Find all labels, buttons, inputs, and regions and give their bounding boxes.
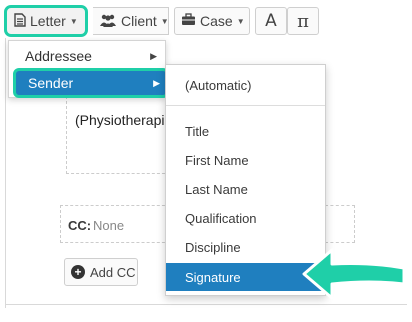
- add-cc-button[interactable]: + Add CC: [64, 258, 138, 286]
- address-block[interactable]: (Physiotherapis: [66, 96, 172, 174]
- cc-label: CC:: [68, 218, 92, 233]
- submenu-item-qualification[interactable]: Qualification: [166, 204, 325, 232]
- submenu-item-title[interactable]: Title: [166, 117, 325, 145]
- menu-item-addressee[interactable]: Addressee ▶: [9, 42, 165, 70]
- submenu-item-first-name[interactable]: First Name: [166, 146, 325, 174]
- submenu-item-automatic[interactable]: (Automatic): [166, 71, 325, 99]
- chevron-down-icon: ▼: [69, 16, 78, 26]
- cc-field[interactable]: CC: None: [60, 205, 170, 243]
- case-button-label: Case: [200, 13, 233, 29]
- letter-button-label: Letter: [30, 13, 66, 29]
- submenu-item-label: Qualification: [185, 210, 257, 226]
- menu-item-label: Addressee: [25, 48, 92, 64]
- symbol-button[interactable]: π: [287, 7, 319, 35]
- submenu-item-last-name[interactable]: Last Name: [166, 175, 325, 203]
- client-button[interactable]: Client ▼: [93, 7, 169, 35]
- pi-icon: π: [297, 10, 309, 32]
- submenu-item-label: Discipline: [185, 239, 241, 255]
- add-cc-label: Add CC: [90, 264, 136, 280]
- letter-menu: Addressee ▶ Sender ▶: [8, 40, 169, 98]
- letter-button[interactable]: Letter ▼: [4, 5, 88, 37]
- chevron-right-icon: ▶: [150, 50, 157, 61]
- submenu-item-label: Title: [185, 123, 210, 139]
- font-button[interactable]: A: [255, 7, 287, 35]
- submenu-item-label: First Name: [185, 152, 249, 168]
- plus-circle-icon: +: [71, 265, 85, 279]
- case-button[interactable]: Case ▼: [174, 7, 250, 35]
- users-icon: [99, 13, 117, 30]
- chevron-down-icon: ▼: [236, 16, 245, 26]
- document-icon: [14, 12, 26, 30]
- briefcase-icon: [181, 13, 196, 29]
- submenu-item-label: (Automatic): [185, 77, 252, 93]
- menu-item-sender[interactable]: Sender ▶: [13, 68, 169, 98]
- pointer-arrow-icon: [300, 244, 408, 305]
- chevron-down-icon: ▼: [160, 16, 169, 26]
- client-button-label: Client: [121, 13, 157, 29]
- chevron-right-icon: ▶: [153, 77, 160, 88]
- address-text: (Physiotherapis: [75, 112, 172, 128]
- cc-value: None: [93, 218, 125, 233]
- submenu-item-label: Signature: [185, 269, 241, 285]
- submenu-divider: [166, 105, 325, 106]
- submenu-item-label: Last Name: [185, 181, 248, 197]
- page-left-border: [5, 38, 6, 308]
- font-icon: A: [265, 11, 277, 31]
- cc-field-right-edge: [325, 205, 355, 243]
- menu-item-label: Sender: [28, 75, 74, 91]
